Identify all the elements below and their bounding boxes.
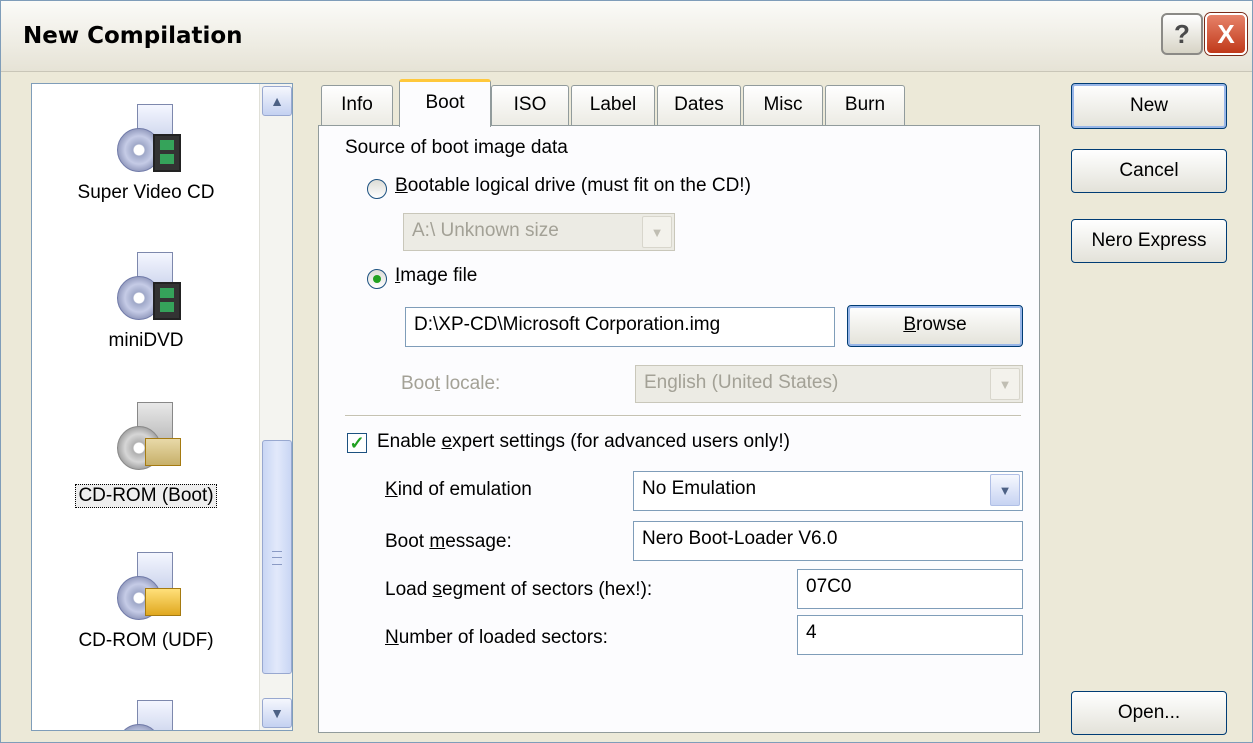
cdrom-udf-icon bbox=[111, 552, 181, 622]
list-scrollbar[interactable]: ▲ ▼ bbox=[259, 84, 292, 730]
minidvd-icon bbox=[111, 252, 181, 322]
list-item-label: CD-ROM (Boot) bbox=[75, 484, 217, 508]
cdrom-boot-icon bbox=[111, 402, 181, 472]
expert-settings-label[interactable]: Enable expert settings (for advanced use… bbox=[377, 431, 790, 453]
list-item-label: CD-ROM (UDF) bbox=[78, 630, 214, 651]
tab-boot[interactable]: Boot bbox=[399, 79, 491, 127]
divider bbox=[345, 415, 1021, 417]
nero-express-button[interactable]: Nero Express bbox=[1071, 219, 1227, 263]
image-file-radio[interactable] bbox=[367, 269, 387, 289]
list-item-cdrom-boot[interactable]: CD-ROM (Boot) bbox=[32, 402, 260, 508]
window-title: New Compilation bbox=[23, 23, 243, 49]
load-segment-label: Load segment of sectors (hex!): bbox=[385, 579, 653, 600]
compilation-type-list[interactable]: Super Video CD miniDVD CD-ROM (Boot) CD-… bbox=[31, 83, 293, 731]
chevron-down-icon: ▼ bbox=[642, 216, 672, 248]
open-button[interactable]: Open... bbox=[1071, 691, 1227, 735]
emulation-label: Kind of emulation bbox=[385, 479, 532, 500]
bootable-drive-label[interactable]: Bootable logical drive (must fit on the … bbox=[395, 175, 751, 197]
emulation-select[interactable]: No Emulation ▼ bbox=[633, 471, 1023, 511]
list-item-minidvd[interactable]: miniDVD bbox=[32, 252, 260, 352]
boot-message-label: Boot message: bbox=[385, 531, 512, 552]
cancel-button[interactable]: Cancel bbox=[1071, 149, 1227, 193]
title-bar[interactable]: New Compilation ? X bbox=[1, 1, 1252, 72]
disc-icon bbox=[111, 700, 181, 730]
tab-label[interactable]: Label bbox=[571, 85, 655, 125]
loaded-sectors-label: Number of loaded sectors: bbox=[385, 627, 608, 648]
scroll-up-button[interactable]: ▲ bbox=[262, 86, 292, 116]
chevron-down-icon: ▼ bbox=[990, 474, 1020, 506]
image-file-label[interactable]: Image file bbox=[395, 265, 477, 287]
source-heading: Source of boot image data bbox=[345, 137, 568, 158]
tab-info[interactable]: Info bbox=[321, 85, 393, 125]
list-item-label: Super Video CD bbox=[77, 182, 215, 203]
image-path-input[interactable]: D:\XP-CD\Microsoft Corporation.img bbox=[405, 307, 835, 347]
chevron-down-icon: ▼ bbox=[990, 368, 1020, 400]
browse-button[interactable]: Browse bbox=[847, 305, 1023, 347]
new-compilation-window: New Compilation ? X Super Video CD miniD… bbox=[0, 0, 1253, 743]
scroll-down-button[interactable]: ▼ bbox=[262, 698, 292, 728]
help-button[interactable]: ? bbox=[1161, 13, 1203, 55]
list-item-partial[interactable] bbox=[32, 700, 260, 730]
boot-locale-label: Boot locale: bbox=[401, 373, 501, 394]
scroll-thumb[interactable] bbox=[262, 440, 292, 674]
load-segment-input[interactable]: 07C0 bbox=[797, 569, 1023, 609]
close-button[interactable]: X bbox=[1205, 13, 1247, 55]
list-item-super-video-cd[interactable]: Super Video CD bbox=[32, 104, 260, 204]
tab-misc[interactable]: Misc bbox=[743, 85, 823, 125]
list-item-cdrom-udf[interactable]: CD-ROM (UDF) bbox=[32, 552, 260, 652]
tab-iso[interactable]: ISO bbox=[491, 85, 569, 125]
boot-message-input[interactable]: Nero Boot-Loader V6.0 bbox=[633, 521, 1023, 561]
tab-dates[interactable]: Dates bbox=[657, 85, 741, 125]
list-item-label: miniDVD bbox=[108, 330, 184, 351]
bootable-drive-radio[interactable] bbox=[367, 179, 387, 199]
expert-settings-checkbox[interactable]: ✓ bbox=[347, 433, 367, 453]
drive-select[interactable]: A:\ Unknown size ▼ bbox=[403, 213, 675, 251]
grip-icon bbox=[272, 551, 282, 565]
tab-burn[interactable]: Burn bbox=[825, 85, 905, 125]
loaded-sectors-input[interactable]: 4 bbox=[797, 615, 1023, 655]
new-button[interactable]: New bbox=[1071, 83, 1227, 129]
boot-locale-select[interactable]: English (United States) ▼ bbox=[635, 365, 1023, 403]
svcd-icon bbox=[111, 104, 181, 174]
